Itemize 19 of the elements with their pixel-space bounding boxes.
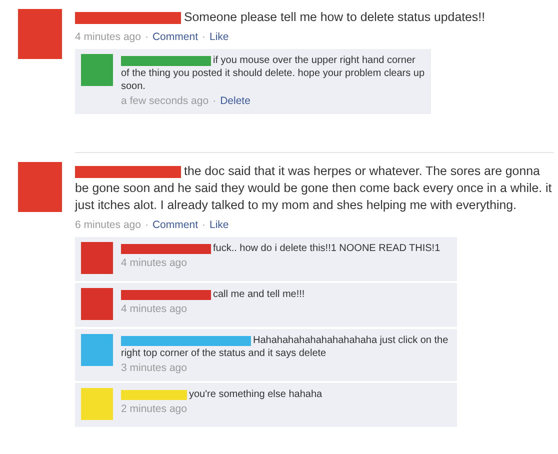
separator-dot: · bbox=[144, 31, 148, 43]
separator-dot: · bbox=[144, 219, 148, 231]
post-text: the doc said that it was herpes or whatever. The sores are gonna be gone soon and he said they would be gone then come back every once in a while. it just itches alot. I already talked to my mom and shes helping me with everything. bbox=[75, 163, 554, 214]
timestamp: 2 minutes ago bbox=[121, 403, 187, 415]
separator-dot: · bbox=[202, 219, 206, 231]
separator-dot: · bbox=[212, 95, 216, 107]
comment-text: Hahahahahahahahahahaha just click on the right top corner of the status and it says delete bbox=[121, 334, 451, 360]
timestamp: 3 minutes ago bbox=[121, 362, 187, 374]
timestamp: a few seconds ago bbox=[121, 95, 209, 107]
timestamp: 4 minutes ago bbox=[121, 303, 187, 315]
action-link[interactable]: Like bbox=[209, 31, 229, 43]
action-link[interactable]: Comment bbox=[152, 219, 198, 231]
timestamp: 4 minutes ago bbox=[121, 257, 187, 269]
action-link[interactable]: Delete bbox=[220, 95, 250, 107]
timestamp: 6 minutes ago bbox=[75, 219, 141, 231]
action-link[interactable]: Comment bbox=[152, 31, 198, 43]
action-link[interactable]: Like bbox=[209, 219, 229, 231]
separator-dot: · bbox=[202, 31, 206, 43]
timestamp: 4 minutes ago bbox=[75, 31, 141, 43]
